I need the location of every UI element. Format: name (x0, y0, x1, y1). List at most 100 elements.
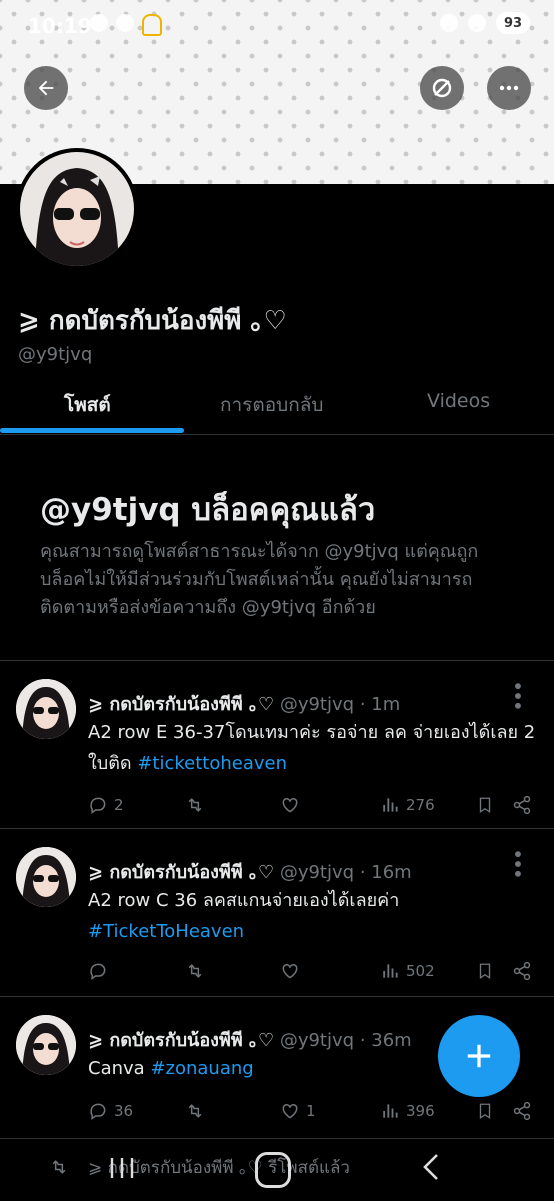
post-author-handle[interactable]: @y9tjvq (280, 862, 354, 883)
post-hashtag[interactable]: #TicketToHeaven (88, 921, 244, 942)
reply-button[interactable]: 2 (88, 795, 124, 815)
tab-replies[interactable]: การตอบกลับ (220, 390, 323, 420)
battery-icon: 93 (496, 12, 530, 34)
signal-icon (468, 14, 486, 32)
cloud-icon (116, 14, 134, 32)
views-count: 502 (406, 962, 435, 980)
like-button[interactable]: 1 (280, 1101, 316, 1121)
back-arrow-icon (38, 80, 54, 96)
compose-post-button[interactable] (438, 1015, 520, 1097)
views-button[interactable]: 276 (380, 795, 435, 815)
post-author-handle[interactable]: @y9tjvq (280, 694, 354, 715)
back-button[interactable] (24, 66, 68, 110)
repost-icon (188, 1104, 202, 1118)
status-bar: 10:19 93 (0, 0, 554, 52)
profile-handle: @y9tjvq (18, 344, 93, 365)
like-button[interactable] (280, 961, 300, 981)
post-header: ⩾ กดบัตรกับน้องพีพี ｡♡ @y9tjvq · 1m (88, 694, 401, 715)
like-icon (282, 1103, 298, 1119)
views-count: 396 (406, 1102, 435, 1120)
post-more-icon[interactable]: ••• (505, 848, 529, 877)
reply-icon (90, 1103, 106, 1120)
reply-count: 2 (114, 796, 124, 814)
bookmark-button[interactable] (476, 1101, 494, 1121)
messenger-icon (90, 14, 108, 32)
profile-tabs: โพสต์ การตอบกลับ Videos (0, 380, 554, 435)
post-actions: 2 276 (88, 795, 538, 819)
post-author-name[interactable]: ⩾ กดบัตรกับน้องพีพี ｡♡ (88, 694, 274, 715)
share-icon (513, 961, 531, 981)
share-button[interactable] (512, 961, 532, 981)
system-nav-bar (0, 1140, 554, 1200)
system-back-icon[interactable] (420, 1152, 442, 1182)
recent-apps-icon[interactable] (108, 1156, 136, 1180)
post-header: ⩾ กดบัตรกับน้องพีพี ｡♡ @y9tjvq · 16m (88, 862, 412, 883)
post[interactable]: ⩾ กดบัตรกับน้องพีพี ｡♡ @y9tjvq · 1m ••• … (0, 660, 554, 829)
repost-icon (188, 964, 202, 978)
blocked-title: @y9tjvq บล็อคคุณแล้ว (40, 492, 376, 528)
status-system-icons: 93 (440, 12, 530, 34)
like-count: 1 (306, 1102, 316, 1120)
views-icon (383, 1104, 398, 1118)
post-hashtag[interactable]: #zonauang (150, 1058, 253, 1079)
reply-icon (90, 797, 106, 814)
wifi-icon (440, 14, 458, 32)
reply-icon (90, 963, 106, 980)
active-tab-indicator (0, 428, 184, 433)
share-button[interactable] (512, 795, 532, 815)
bookmark-icon (479, 797, 491, 814)
bookmark-button[interactable] (476, 795, 494, 815)
views-button[interactable]: 502 (380, 961, 435, 981)
views-count: 276 (406, 796, 435, 814)
share-icon (513, 1101, 531, 1121)
tab-videos[interactable]: Videos (427, 390, 490, 412)
grok-icon (432, 78, 452, 98)
post-avatar[interactable] (16, 679, 76, 739)
profile-avatar[interactable] (16, 148, 138, 270)
like-icon (282, 797, 298, 813)
post[interactable]: ⩾ กดบัตรกับน้องพีพี ｡♡ @y9tjvq · 16m •••… (0, 828, 554, 997)
post-actions: 36 1 396 (88, 1101, 538, 1125)
post-body: A2 row C 36 ลคสแกนจ่ายเองได้เลยค่า (88, 890, 400, 911)
bell-icon (142, 14, 162, 36)
views-icon (383, 798, 398, 812)
blocked-description: คุณสามารถดูโพสต์สาธารณะได้จาก @y9tjvq แต… (40, 541, 479, 618)
plus-icon (467, 1044, 491, 1068)
post-more-icon[interactable]: ••• (505, 680, 529, 709)
more-icon (499, 85, 519, 91)
like-icon (282, 963, 298, 979)
post-header: ⩾ กดบัตรกับน้องพีพี ｡♡ @y9tjvq · 36m (88, 1030, 412, 1051)
post-actions: 502 (88, 961, 538, 985)
share-button[interactable] (512, 1101, 532, 1121)
status-time: 10:19 (28, 14, 92, 38)
post-time: 16m (371, 862, 412, 883)
repost-icon (188, 798, 202, 812)
reply-button[interactable]: 36 (88, 1101, 133, 1121)
repost-button[interactable] (184, 961, 206, 981)
bookmark-button[interactable] (476, 961, 494, 981)
profile-name: ⩾ กดบัตรกับน้องพีพี ｡♡ (18, 306, 287, 336)
bookmark-icon (479, 963, 491, 980)
reply-count: 36 (114, 1102, 134, 1120)
post-time: 36m (371, 1030, 412, 1051)
home-icon[interactable] (255, 1152, 291, 1188)
post-time: 1m (371, 694, 401, 715)
post-body: Canva (88, 1058, 145, 1079)
post-avatar[interactable] (16, 1015, 76, 1075)
reply-button[interactable] (88, 961, 108, 981)
repost-button[interactable] (184, 795, 206, 815)
share-icon (513, 795, 531, 815)
post-author-name[interactable]: ⩾ กดบัตรกับน้องพีพี ｡♡ (88, 862, 274, 883)
views-button[interactable]: 396 (380, 1101, 435, 1121)
post-text: A2 row C 36 ลคสแกนจ่ายเองได้เลยค่า #Tick… (88, 885, 538, 947)
grok-button[interactable] (420, 66, 464, 110)
post-avatar[interactable] (16, 847, 76, 907)
like-button[interactable] (280, 795, 300, 815)
more-options-button[interactable] (487, 66, 531, 110)
post-author-name[interactable]: ⩾ กดบัตรกับน้องพีพี ｡♡ (88, 1030, 274, 1051)
tab-posts[interactable]: โพสต์ (64, 390, 111, 420)
post-author-handle[interactable]: @y9tjvq (280, 1030, 354, 1051)
status-notification-icons (90, 14, 162, 36)
repost-button[interactable] (184, 1101, 206, 1121)
post-hashtag[interactable]: #tickettoheaven (137, 753, 287, 774)
